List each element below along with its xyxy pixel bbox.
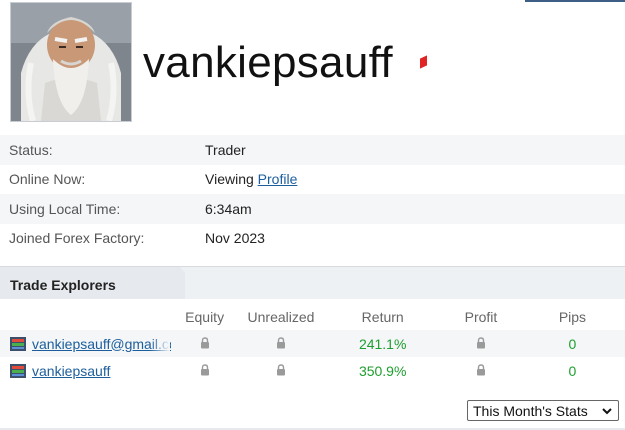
info-row-online: Online Now: Viewing Profile bbox=[0, 165, 625, 195]
trade-explorers-table: Equity Unrealized Return Profit Pips van… bbox=[0, 303, 625, 384]
explorer-name-cell: vankiepsauff@gmail.com bbox=[0, 336, 171, 352]
profile-link[interactable]: Profile bbox=[258, 171, 298, 187]
equity-cell bbox=[171, 363, 239, 379]
online-status-icon bbox=[420, 55, 427, 69]
section-title: Trade Explorers bbox=[10, 277, 116, 293]
column-header-equity: Equity bbox=[185, 308, 225, 325]
lock-icon bbox=[200, 363, 209, 375]
online-activity-text: Viewing bbox=[205, 171, 258, 188]
lock-icon bbox=[476, 363, 485, 375]
lock-icon bbox=[476, 336, 485, 348]
lock-icon bbox=[200, 336, 209, 348]
trade-explorer-icon bbox=[10, 363, 26, 378]
stats-period-value: This Month's Stats bbox=[473, 402, 588, 419]
profit-cell bbox=[442, 363, 520, 379]
profile-info-table: Status: Trader Online Now: Viewing Profi… bbox=[0, 135, 625, 253]
avatar[interactable] bbox=[10, 2, 132, 122]
trade-explorer-icon bbox=[10, 336, 26, 351]
trade-explorer-link[interactable]: vankiepsauff bbox=[32, 363, 110, 379]
unrealized-cell bbox=[239, 363, 324, 379]
trade-explorers-header: Trade Explorers bbox=[0, 266, 625, 299]
avatar-portrait-icon bbox=[11, 3, 131, 121]
table-row: vankiepsauff 350.9% 0 bbox=[0, 357, 625, 384]
pips-cell: 0 bbox=[568, 362, 577, 379]
pips-cell: 0 bbox=[568, 335, 577, 352]
table-header-row: Equity Unrealized Return Profit Pips bbox=[0, 303, 625, 330]
info-label: Online Now: bbox=[9, 171, 86, 188]
column-header-unrealized: Unrealized bbox=[247, 308, 315, 325]
chevron-down-icon bbox=[602, 408, 612, 415]
top-nav-stripe bbox=[525, 0, 625, 2]
column-header-profit: Profit bbox=[464, 308, 498, 325]
lock-icon bbox=[277, 363, 285, 375]
info-label: Status: bbox=[9, 141, 53, 158]
column-header-return: Return bbox=[361, 308, 404, 325]
info-value: Nov 2023 bbox=[205, 230, 265, 247]
info-value: Viewing Profile bbox=[205, 171, 297, 187]
info-value: Trader bbox=[205, 141, 246, 158]
info-label: Using Local Time: bbox=[9, 200, 121, 217]
return-cell: 241.1% bbox=[358, 335, 407, 352]
lock-icon bbox=[277, 336, 285, 348]
table-row: vankiepsauff@gmail.com 241.1% 0 bbox=[0, 330, 625, 357]
profile-username: vankiepsauff bbox=[143, 38, 393, 87]
info-row-joined: Joined Forex Factory: Nov 2023 bbox=[0, 224, 625, 254]
unrealized-cell bbox=[239, 336, 324, 352]
explorer-name-cell: vankiepsauff bbox=[0, 363, 171, 379]
info-value: 6:34am bbox=[205, 200, 252, 217]
info-row-status: Status: Trader bbox=[0, 135, 625, 165]
equity-cell bbox=[171, 336, 239, 352]
stats-period-select[interactable]: This Month's Stats bbox=[467, 400, 619, 421]
name-fade-overlay bbox=[150, 330, 170, 357]
return-cell: 350.9% bbox=[358, 362, 407, 379]
column-header-pips: Pips bbox=[558, 308, 587, 325]
profit-cell bbox=[442, 336, 520, 352]
info-row-local-time: Using Local Time: 6:34am bbox=[0, 194, 625, 224]
info-label: Joined Forex Factory: bbox=[9, 230, 145, 247]
